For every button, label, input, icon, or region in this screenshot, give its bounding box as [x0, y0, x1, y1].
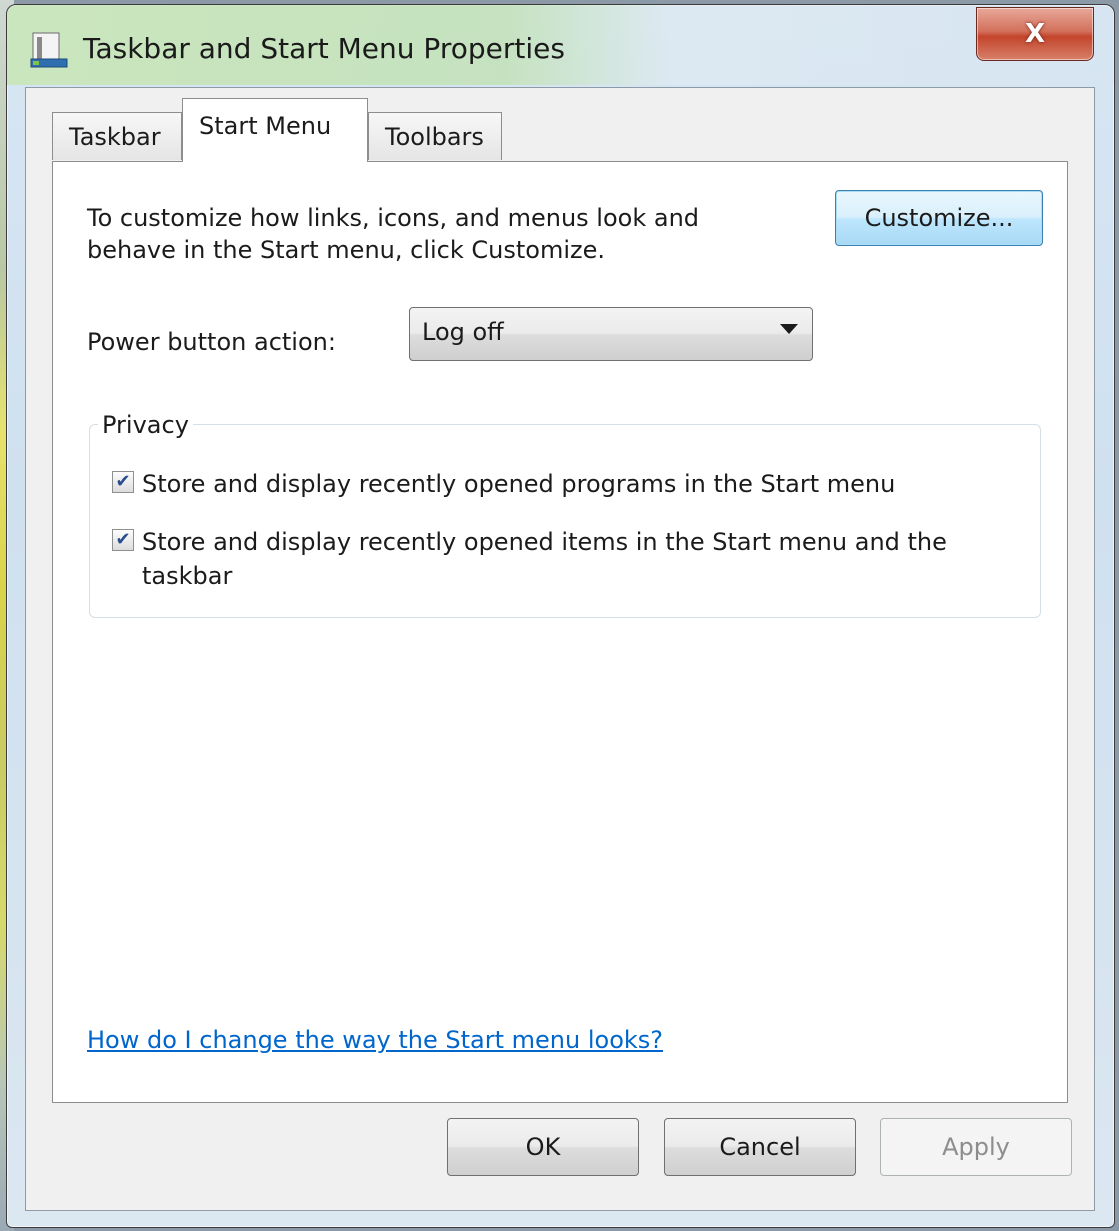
recent-programs-label: Store and display recently opened progra…	[142, 470, 896, 498]
recent-programs-checkbox-row[interactable]: ✔ Store and display recently opened prog…	[112, 467, 1022, 501]
properties-dialog: Taskbar and Start Menu Properties X Task…	[6, 4, 1115, 1228]
tab-start-menu[interactable]: Start Menu	[182, 98, 368, 162]
dialog-client-area: Taskbar Start Menu Toolbars To customize…	[25, 87, 1095, 1211]
privacy-group: Privacy ✔ Store and display recently ope…	[89, 411, 1041, 618]
tab-toolbars[interactable]: Toolbars	[368, 112, 502, 160]
taskbar-properties-icon	[29, 29, 69, 69]
start-menu-help-link[interactable]: How do I change the way the Start menu l…	[87, 1026, 663, 1054]
ok-button[interactable]: OK	[447, 1118, 639, 1176]
power-button-action-dropdown[interactable]: Log off	[409, 307, 813, 361]
recent-programs-checkbox[interactable]: ✔	[112, 471, 134, 493]
window-title: Taskbar and Start Menu Properties	[83, 32, 565, 65]
cancel-button[interactable]: Cancel	[664, 1118, 856, 1176]
recent-items-checkbox-row[interactable]: ✔ Store and display recently opened item…	[112, 525, 1022, 593]
customize-button[interactable]: Customize...	[835, 190, 1043, 246]
recent-items-checkbox[interactable]: ✔	[112, 529, 134, 551]
privacy-legend: Privacy	[98, 411, 193, 439]
close-button[interactable]: X	[976, 7, 1094, 61]
apply-button[interactable]: Apply	[880, 1118, 1072, 1176]
checkmark-icon: ✔	[115, 529, 131, 550]
customize-description: To customize how links, icons, and menus…	[87, 204, 700, 264]
power-button-action-value: Log off	[422, 318, 504, 346]
power-button-label: Power button action:	[87, 328, 336, 356]
tab-taskbar[interactable]: Taskbar	[52, 112, 182, 160]
recent-items-label: Store and display recently opened items …	[142, 528, 947, 590]
close-icon: X	[1024, 19, 1046, 49]
start-menu-panel: To customize how links, icons, and menus…	[52, 161, 1068, 1103]
dropdown-arrow-icon	[780, 324, 798, 334]
checkmark-icon: ✔	[115, 471, 131, 492]
